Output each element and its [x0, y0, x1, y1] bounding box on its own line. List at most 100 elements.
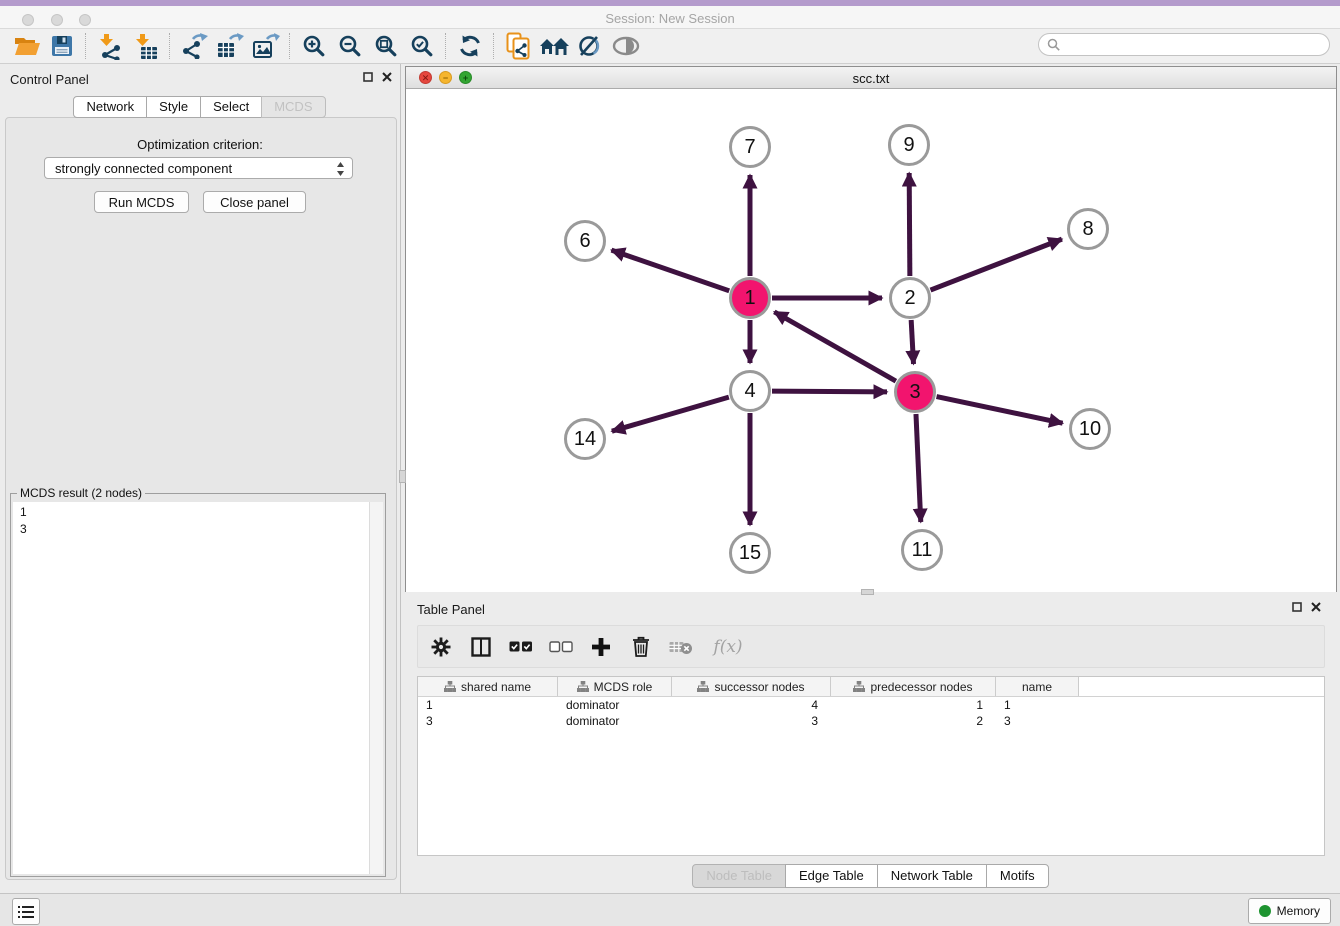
clone-network-button[interactable] — [500, 31, 536, 61]
import-table-button[interactable] — [128, 31, 164, 61]
control-tab-style[interactable]: Style — [146, 96, 201, 118]
control-panel-header: Control Panel — [0, 64, 400, 92]
deselect-all-button[interactable] — [548, 634, 574, 660]
column-header-predecessor-nodes[interactable]: predecessor nodes — [831, 677, 996, 696]
table-cell: dominator — [558, 697, 672, 713]
import-network-button[interactable] — [92, 31, 128, 61]
graph-node-9[interactable]: 9 — [888, 124, 930, 166]
memory-button[interactable]: Memory — [1248, 898, 1331, 924]
graph-node-4[interactable]: 4 — [729, 370, 771, 412]
function-builder-button[interactable]: f(x) — [708, 634, 748, 660]
node-table-body: 1dominator4113dominator323 — [418, 697, 1324, 729]
delete-column-button[interactable] — [628, 634, 654, 660]
table-cell: dominator — [558, 713, 672, 729]
table-options-button[interactable] — [428, 634, 454, 660]
graph-node-2[interactable]: 2 — [889, 277, 931, 319]
delete-table-button[interactable] — [668, 634, 694, 660]
graph-node-3[interactable]: 3 — [894, 371, 936, 413]
graph-node-10[interactable]: 10 — [1069, 408, 1111, 450]
float-panel-icon[interactable] — [363, 72, 373, 82]
graph-node-6[interactable]: 6 — [564, 220, 606, 262]
home-icon — [539, 34, 569, 58]
table-toolbar: f(x) — [417, 625, 1325, 668]
float-table-panel-icon[interactable] — [1292, 602, 1302, 612]
network-window-titlebar[interactable]: ✕ − + scc.txt — [406, 67, 1336, 89]
optimization-criterion-select[interactable]: strongly connected component — [44, 157, 353, 179]
search-input[interactable] — [1066, 37, 1320, 53]
table-tab-edge-table[interactable]: Edge Table — [785, 864, 878, 888]
save-session-button[interactable] — [44, 31, 80, 61]
mcds-result-title: MCDS result (2 nodes) — [17, 486, 145, 500]
zoom-selected-button[interactable] — [404, 31, 440, 61]
node-table-header: shared name MCDS role successor nodesprede… — [418, 677, 1324, 697]
app-title: Session: New Session — [0, 11, 1340, 26]
control-tab-select[interactable]: Select — [200, 96, 262, 118]
column-label: name — [1022, 680, 1052, 694]
memory-label: Memory — [1277, 904, 1320, 918]
app-titlebar: Session: New Session — [0, 6, 1340, 29]
table-tab-motifs[interactable]: Motifs — [986, 864, 1049, 888]
graph-node-7[interactable]: 7 — [729, 126, 771, 168]
open-session-button[interactable] — [8, 31, 44, 61]
column-header-shared-name[interactable]: shared name — [418, 677, 558, 696]
list-icon — [18, 905, 34, 919]
refresh-layout-button[interactable] — [452, 31, 488, 61]
zoom-fit-button[interactable] — [368, 31, 404, 61]
eye-icon — [611, 35, 641, 57]
trash-icon — [632, 636, 650, 657]
refresh-icon — [458, 34, 482, 58]
toolbar-separator — [289, 33, 291, 59]
add-column-button[interactable] — [588, 634, 614, 660]
gear-icon — [431, 637, 451, 657]
control-panel: Control Panel NetworkStyleSelectMCDS Opt… — [0, 64, 401, 893]
network-canvas[interactable]: 7 9 6 8 1 2 4 3 14 10 15 11 — [406, 89, 1336, 592]
task-history-button[interactable] — [12, 898, 40, 925]
column-header-successor-nodes[interactable]: successor nodes — [672, 677, 831, 696]
table-tab-node-table[interactable]: Node Table — [692, 864, 786, 888]
export-network-button[interactable] — [176, 31, 212, 61]
table-cell: 3 — [672, 713, 831, 729]
hide-panels-button[interactable] — [608, 31, 644, 61]
zoom-out-button[interactable] — [332, 31, 368, 61]
export-image-button[interactable] — [248, 31, 284, 61]
close-panel-icon[interactable] — [382, 72, 392, 82]
column-visibility-button[interactable] — [468, 634, 494, 660]
graph-node-14[interactable]: 14 — [564, 418, 606, 460]
save-icon — [50, 34, 74, 58]
table-row[interactable]: 3dominator323 — [418, 713, 1324, 729]
search-icon — [1047, 38, 1061, 52]
column-header-name[interactable]: name — [996, 677, 1079, 696]
result-scrollbar[interactable] — [369, 502, 383, 874]
close-panel-button[interactable]: Close panel — [203, 191, 306, 213]
control-tab-network[interactable]: Network — [73, 96, 147, 118]
zoom-in-button[interactable] — [296, 31, 332, 61]
graph-node-15[interactable]: 15 — [729, 532, 771, 574]
column-header-mcds-role[interactable]: MCDS role — [558, 677, 672, 696]
splitter-handle-vertical[interactable] — [399, 470, 406, 483]
export-network-icon — [180, 33, 208, 59]
graph-node-1[interactable]: 1 — [729, 277, 771, 319]
zoom-selected-icon — [410, 34, 434, 58]
table-tab-network-table[interactable]: Network Table — [877, 864, 987, 888]
table-panel-tabs: Node TableEdge TableNetwork TableMotifs — [405, 864, 1337, 888]
export-table-button[interactable] — [212, 31, 248, 61]
zoom-fit-icon — [374, 34, 398, 58]
splitter-handle-horizontal[interactable] — [861, 589, 874, 595]
graph-node-8[interactable]: 8 — [1067, 208, 1109, 250]
mcds-result-line: 3 — [20, 521, 369, 538]
mcds-result-text[interactable]: 13 — [13, 502, 369, 874]
column-label: MCDS role — [594, 680, 653, 694]
control-panel-tabs: NetworkStyleSelectMCDS — [0, 96, 400, 118]
table-row[interactable]: 1dominator411 — [418, 697, 1324, 713]
hierarchy-icon — [853, 681, 865, 692]
graph-node-11[interactable]: 11 — [901, 529, 943, 571]
home-layout-button[interactable] — [536, 31, 572, 61]
control-tab-mcds[interactable]: MCDS — [261, 96, 325, 118]
optimization-criterion-label: Optimization criterion: — [0, 137, 400, 152]
run-mcds-button[interactable]: Run MCDS — [94, 191, 189, 213]
mcds-result-line: 1 — [20, 504, 369, 521]
select-all-button[interactable] — [508, 634, 534, 660]
select-stepper-icon — [335, 161, 346, 184]
close-table-panel-icon[interactable] — [1311, 602, 1321, 612]
show-graphics-details-button[interactable] — [572, 31, 608, 61]
